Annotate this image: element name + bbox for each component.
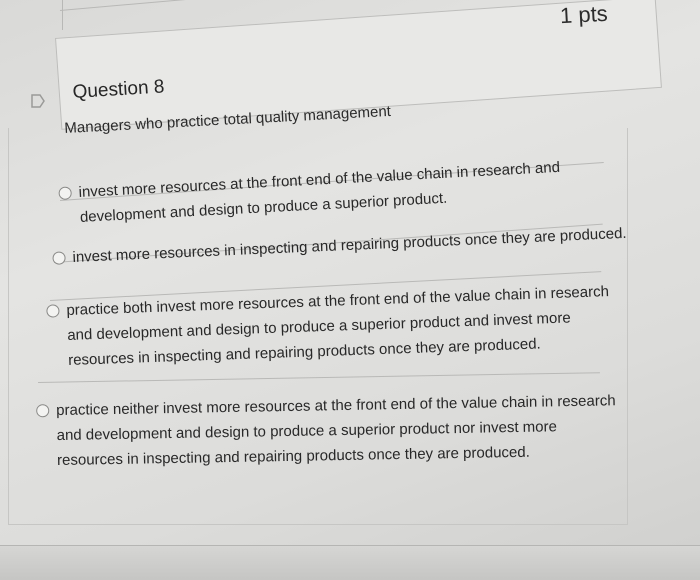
- answer-label: practice neither invest more resources a…: [56, 392, 616, 469]
- page-bottom-area: [0, 545, 700, 580]
- answer-option-4[interactable]: practice neither invest more resources a…: [36, 388, 617, 473]
- question-card: 1 pts Question 8 Managers who practice t…: [0, 0, 700, 580]
- points-label: 1 pts: [559, 0, 609, 29]
- flag-icon[interactable]: [30, 93, 46, 109]
- previous-question-edge: [62, 0, 63, 30]
